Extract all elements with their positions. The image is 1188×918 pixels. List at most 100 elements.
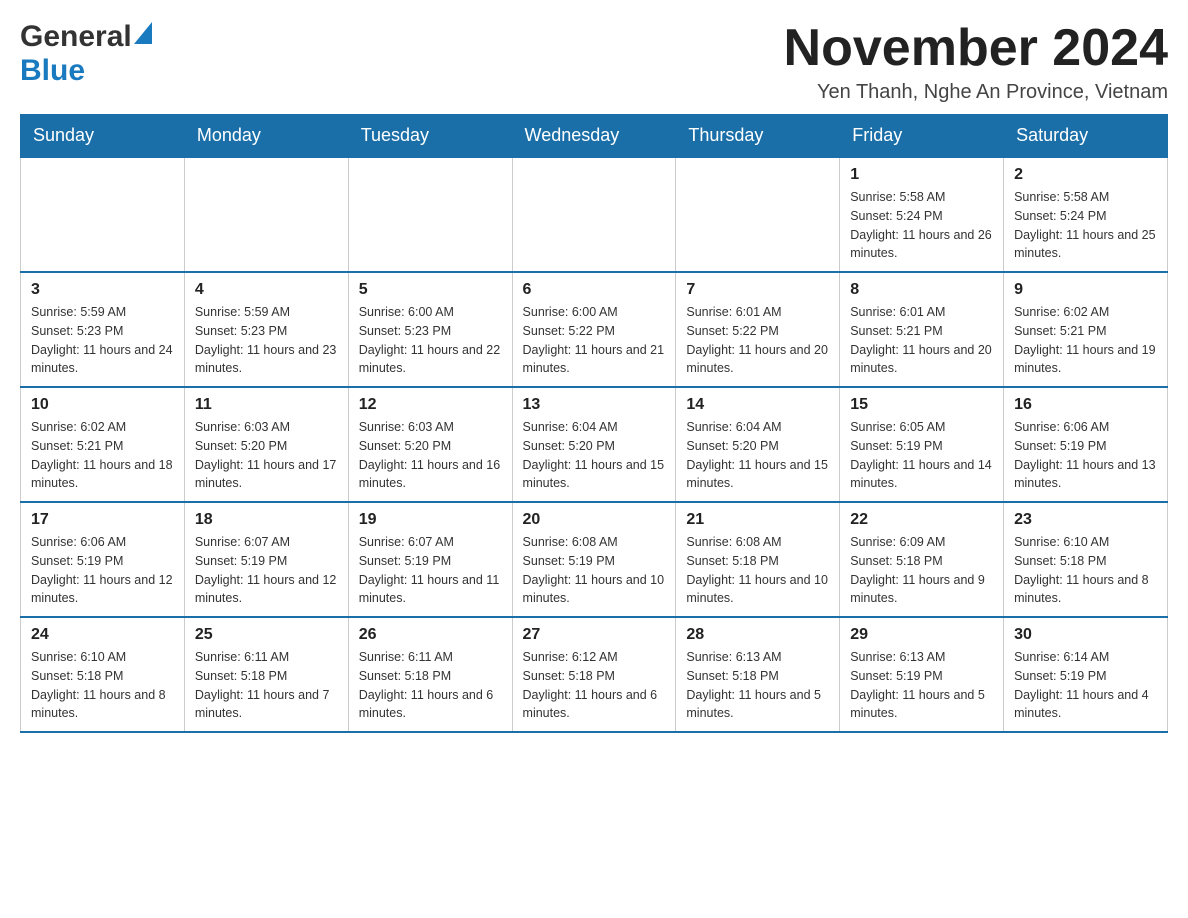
day-info: Sunrise: 6:13 AM Sunset: 5:19 PM Dayligh… (850, 648, 993, 723)
day-info: Sunrise: 6:04 AM Sunset: 5:20 PM Dayligh… (523, 418, 666, 493)
day-number: 25 (195, 626, 338, 644)
day-info: Sunrise: 5:59 AM Sunset: 5:23 PM Dayligh… (195, 303, 338, 378)
day-number: 13 (523, 396, 666, 414)
day-info: Sunrise: 6:06 AM Sunset: 5:19 PM Dayligh… (31, 533, 174, 608)
calendar-day-cell (676, 157, 840, 272)
calendar-week-row: 17 Sunrise: 6:06 AM Sunset: 5:19 PM Dayli… (21, 502, 1168, 617)
day-info: Sunrise: 6:01 AM Sunset: 5:22 PM Dayligh… (686, 303, 829, 378)
calendar-day-cell: 10 Sunrise: 6:02 AM Sunset: 5:21 PM Dayli… (21, 387, 185, 502)
day-number: 26 (359, 626, 502, 644)
day-number: 5 (359, 281, 502, 299)
day-info: Sunrise: 6:06 AM Sunset: 5:19 PM Dayligh… (1014, 418, 1157, 493)
day-info: Sunrise: 5:58 AM Sunset: 5:24 PM Dayligh… (850, 188, 993, 263)
day-info: Sunrise: 6:08 AM Sunset: 5:18 PM Dayligh… (686, 533, 829, 608)
day-number: 16 (1014, 396, 1157, 414)
calendar-week-row: 24 Sunrise: 6:10 AM Sunset: 5:18 PM Dayli… (21, 617, 1168, 732)
day-header-sunday: Sunday (21, 115, 185, 158)
day-number: 15 (850, 396, 993, 414)
calendar-day-cell: 22 Sunrise: 6:09 AM Sunset: 5:18 PM Dayli… (840, 502, 1004, 617)
calendar-day-cell: 2 Sunrise: 5:58 AM Sunset: 5:24 PM Daylig… (1004, 157, 1168, 272)
calendar-day-cell: 30Sunrise: 6:14 AM Sunset: 5:19 PM Dayli… (1004, 617, 1168, 732)
day-number: 27 (523, 626, 666, 644)
day-number: 20 (523, 511, 666, 529)
day-header-monday: Monday (184, 115, 348, 158)
calendar-day-cell: 6Sunrise: 6:00 AM Sunset: 5:22 PM Daylig… (512, 272, 676, 387)
day-info: Sunrise: 6:02 AM Sunset: 5:21 PM Dayligh… (1014, 303, 1157, 378)
day-number: 1 (850, 166, 993, 184)
day-info: Sunrise: 6:11 AM Sunset: 5:18 PM Dayligh… (195, 648, 338, 723)
location-subtitle: Yen Thanh, Nghe An Province, Vietnam (784, 81, 1168, 104)
calendar-day-cell: 29Sunrise: 6:13 AM Sunset: 5:19 PM Dayli… (840, 617, 1004, 732)
day-number: 7 (686, 281, 829, 299)
calendar-week-row: 3 Sunrise: 5:59 AM Sunset: 5:23 PM Daylig… (21, 272, 1168, 387)
calendar-day-cell (21, 157, 185, 272)
logo: General Blue (20, 20, 152, 88)
day-number: 22 (850, 511, 993, 529)
day-number: 19 (359, 511, 502, 529)
day-info: Sunrise: 6:07 AM Sunset: 5:19 PM Dayligh… (195, 533, 338, 608)
day-info: Sunrise: 6:14 AM Sunset: 5:19 PM Dayligh… (1014, 648, 1157, 723)
calendar-header-row: SundayMondayTuesdayWednesdayThursdayFrid… (21, 115, 1168, 158)
day-info: Sunrise: 6:11 AM Sunset: 5:18 PM Dayligh… (359, 648, 502, 723)
day-info: Sunrise: 6:04 AM Sunset: 5:20 PM Dayligh… (686, 418, 829, 493)
day-number: 28 (686, 626, 829, 644)
day-number: 23 (1014, 511, 1157, 529)
calendar-day-cell: 11 Sunrise: 6:03 AM Sunset: 5:20 PM Dayli… (184, 387, 348, 502)
day-info: Sunrise: 6:00 AM Sunset: 5:23 PM Dayligh… (359, 303, 502, 378)
calendar-day-cell: 28 Sunrise: 6:13 AM Sunset: 5:18 PM Dayli… (676, 617, 840, 732)
day-number: 3 (31, 281, 174, 299)
day-info: Sunrise: 6:10 AM Sunset: 5:18 PM Dayligh… (31, 648, 174, 723)
calendar-day-cell: 18 Sunrise: 6:07 AM Sunset: 5:19 PM Dayli… (184, 502, 348, 617)
calendar-day-cell: 17 Sunrise: 6:06 AM Sunset: 5:19 PM Dayli… (21, 502, 185, 617)
calendar-day-cell (348, 157, 512, 272)
logo-general: General (20, 20, 132, 54)
day-number: 14 (686, 396, 829, 414)
day-number: 4 (195, 281, 338, 299)
day-info: Sunrise: 6:03 AM Sunset: 5:20 PM Dayligh… (195, 418, 338, 493)
calendar-day-cell: 13 Sunrise: 6:04 AM Sunset: 5:20 PM Dayli… (512, 387, 676, 502)
day-number: 11 (195, 396, 338, 414)
day-info: Sunrise: 6:12 AM Sunset: 5:18 PM Dayligh… (523, 648, 666, 723)
day-number: 9 (1014, 281, 1157, 299)
calendar-day-cell: 7 Sunrise: 6:01 AM Sunset: 5:22 PM Daylig… (676, 272, 840, 387)
day-info: Sunrise: 6:02 AM Sunset: 5:21 PM Dayligh… (31, 418, 174, 493)
calendar-day-cell: 14 Sunrise: 6:04 AM Sunset: 5:20 PM Dayli… (676, 387, 840, 502)
calendar-day-cell: 23 Sunrise: 6:10 AM Sunset: 5:18 PM Dayli… (1004, 502, 1168, 617)
day-info: Sunrise: 6:03 AM Sunset: 5:20 PM Dayligh… (359, 418, 502, 493)
day-number: 2 (1014, 166, 1157, 184)
day-info: Sunrise: 6:13 AM Sunset: 5:18 PM Dayligh… (686, 648, 829, 723)
day-info: Sunrise: 6:08 AM Sunset: 5:19 PM Dayligh… (523, 533, 666, 608)
day-header-tuesday: Tuesday (348, 115, 512, 158)
day-info: Sunrise: 6:01 AM Sunset: 5:21 PM Dayligh… (850, 303, 993, 378)
day-number: 8 (850, 281, 993, 299)
calendar-day-cell: 12 Sunrise: 6:03 AM Sunset: 5:20 PM Dayli… (348, 387, 512, 502)
calendar-day-cell: 20 Sunrise: 6:08 AM Sunset: 5:19 PM Dayli… (512, 502, 676, 617)
calendar-day-cell: 26 Sunrise: 6:11 AM Sunset: 5:18 PM Dayli… (348, 617, 512, 732)
day-header-wednesday: Wednesday (512, 115, 676, 158)
calendar-week-row: 1 Sunrise: 5:58 AM Sunset: 5:24 PM Daylig… (21, 157, 1168, 272)
calendar-day-cell: 4 Sunrise: 5:59 AM Sunset: 5:23 PM Daylig… (184, 272, 348, 387)
calendar-day-cell: 1 Sunrise: 5:58 AM Sunset: 5:24 PM Daylig… (840, 157, 1004, 272)
day-number: 18 (195, 511, 338, 529)
calendar-day-cell: 5 Sunrise: 6:00 AM Sunset: 5:23 PM Daylig… (348, 272, 512, 387)
calendar-day-cell: 3 Sunrise: 5:59 AM Sunset: 5:23 PM Daylig… (21, 272, 185, 387)
calendar-day-cell (184, 157, 348, 272)
day-info: Sunrise: 5:58 AM Sunset: 5:24 PM Dayligh… (1014, 188, 1157, 263)
calendar-day-cell (512, 157, 676, 272)
day-number: 10 (31, 396, 174, 414)
day-number: 24 (31, 626, 174, 644)
title-section: November 2024 Yen Thanh, Nghe An Provinc… (784, 20, 1168, 104)
month-year-title: November 2024 (784, 20, 1168, 77)
logo-blue: Blue (20, 54, 85, 87)
day-info: Sunrise: 5:59 AM Sunset: 5:23 PM Dayligh… (31, 303, 174, 378)
logo-arrow-icon (134, 22, 152, 49)
calendar-day-cell: 21Sunrise: 6:08 AM Sunset: 5:18 PM Dayli… (676, 502, 840, 617)
day-info: Sunrise: 6:10 AM Sunset: 5:18 PM Dayligh… (1014, 533, 1157, 608)
calendar-day-cell: 27 Sunrise: 6:12 AM Sunset: 5:18 PM Dayli… (512, 617, 676, 732)
calendar-day-cell: 25 Sunrise: 6:11 AM Sunset: 5:18 PM Dayli… (184, 617, 348, 732)
day-info: Sunrise: 6:09 AM Sunset: 5:18 PM Dayligh… (850, 533, 993, 608)
day-number: 17 (31, 511, 174, 529)
calendar-day-cell: 19 Sunrise: 6:07 AM Sunset: 5:19 PM Dayli… (348, 502, 512, 617)
day-info: Sunrise: 6:07 AM Sunset: 5:19 PM Dayligh… (359, 533, 502, 608)
day-number: 12 (359, 396, 502, 414)
